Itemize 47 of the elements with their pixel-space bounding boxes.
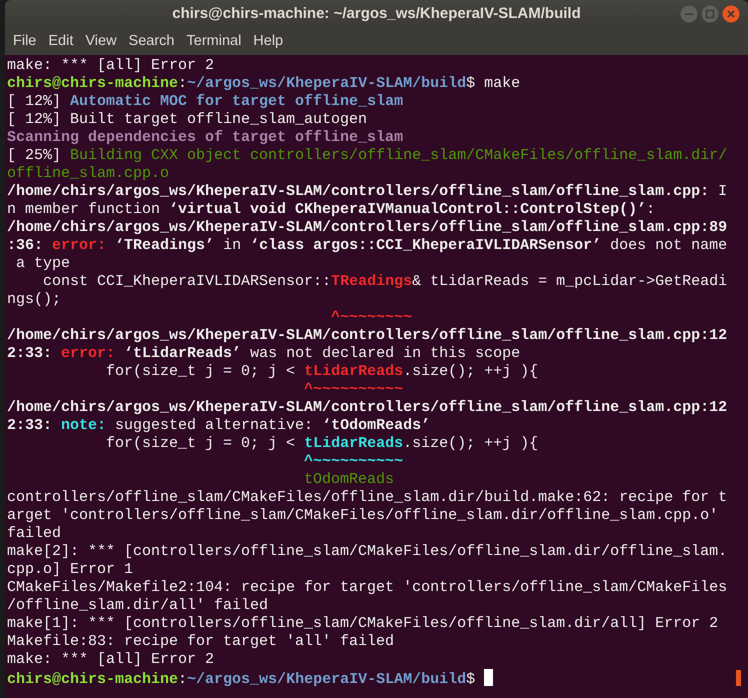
terminal-line: make: *** [all] Error 2	[7, 57, 214, 74]
terminal-line: /home/chirs/argos_ws/KheperaIV-SLAM/controllers/offline_slam/offline_slam.cpp:12	[7, 399, 728, 416]
terminal-line: for(size_t j = 0; j < tLidarReads.size(); ++j ){	[105, 363, 538, 380]
terminal-line: ^~~~~~~~~~~	[303, 381, 404, 398]
terminal-line: :36: error: ‘TReadings’ in ‘class argos::CCI_KheperaIVLIDARSensor’ does not name	[7, 237, 728, 254]
terminal-line: controllers/offline_slam/CMakeFiles/offline_slam.dir/build.make:62: recipe for t	[7, 489, 728, 506]
menu-item[interactable]: View	[79, 30, 123, 52]
terminal-line: [ 25%] Building CXX object controllers/offline_slam/CMakeFiles/offline_slam.dir/	[7, 147, 728, 164]
terminal-line: const CCI_KheperaIVLIDARSensor::TReadings& tLidarReads = m_pcLidar->GetReadi	[42, 273, 728, 290]
terminal-line: Scanning dependencies of target offline_slam	[7, 129, 404, 146]
terminal-line: cpp.o] Error 1	[7, 561, 134, 578]
terminal-line: ^~~~~~~~~	[330, 309, 412, 326]
terminal-line: /offline_slam.dir/all' failed	[7, 597, 268, 614]
terminal-line: make[1]: *** [controllers/offline_slam/CMakeFiles/offline_slam.dir/all] Error 2	[7, 615, 718, 632]
terminal-line: 2:33: error: ‘tLidarReads’ was not declared in this scope	[7, 345, 520, 362]
terminal-line: tOdomReads	[303, 471, 394, 488]
menu-item[interactable]: Help	[247, 30, 290, 52]
terminal-line: make: *** [all] Error 2	[7, 651, 214, 668]
terminal-line: make[2]: *** [controllers/offline_slam/CMakeFiles/offline_slam.dir/offline_slam.	[7, 543, 728, 560]
scrollbar-thumb[interactable]	[736, 670, 741, 686]
menu-item[interactable]: Search	[122, 30, 180, 52]
terminal-line: [ 12%] Automatic MOC for target offline_slam	[7, 93, 404, 110]
close-icon[interactable]	[722, 5, 740, 23]
terminal-line: a type	[15, 255, 70, 272]
terminal-line: arget 'controllers/offline_slam/CMakeFiles/offline_slam.dir/offline_slam.cpp.o'	[7, 507, 718, 524]
menu-item[interactable]: Edit	[42, 30, 80, 52]
terminal-line: for(size_t j = 0; j < tLidarReads.size(); ++j ){	[105, 435, 538, 452]
prompt-line: chirs@chirs-machine:~/argos_ws/KheperaIV-SLAM/build$	[7, 671, 476, 688]
text-cursor	[484, 669, 494, 686]
menu-item[interactable]: Terminal	[180, 30, 248, 52]
terminal-line: 2:33: note: suggested alternative: ‘tOdomReads’	[7, 417, 430, 434]
terminal-line: offline_slam.cpp.o	[7, 165, 170, 182]
terminal-line: Makefile:83: recipe for target 'all' failed	[7, 633, 394, 650]
minimize-icon[interactable]	[680, 5, 698, 23]
terminal-line: chirs@chirs-machine:~/argos_ws/KheperaIV-SLAM/build$ make	[7, 75, 520, 92]
terminal-line: /home/chirs/argos_ws/KheperaIV-SLAM/controllers/offline_slam/offline_slam.cpp:12	[7, 327, 728, 344]
terminal-line: CMakeFiles/Makefile2:104: recipe for target 'controllers/offline_slam/CMakeFiles	[7, 579, 728, 596]
terminal-line: ^~~~~~~~~~~	[303, 453, 404, 470]
window-title: chirs@chirs-machine: ~/argos_ws/KheperaIV-SLAM/build	[171, 4, 582, 24]
terminal-line: /home/chirs/argos_ws/KheperaIV-SLAM/controllers/offline_slam/offline_slam.cpp:89	[7, 219, 728, 236]
terminal-line: n member function ‘virtual void CKheperaIVManualControl::ControlStep()’:	[7, 201, 656, 218]
terminal-line: /home/chirs/argos_ws/KheperaIV-SLAM/controllers/offline_slam/offline_slam.cpp: I	[7, 183, 728, 200]
terminal-line: ngs();	[7, 291, 62, 308]
terminal-line: [ 12%] Built target offline_slam_autogen	[7, 111, 368, 128]
menu-item[interactable]: File	[7, 30, 42, 52]
terminal-line: failed	[7, 525, 62, 542]
maximize-icon[interactable]	[701, 5, 719, 23]
